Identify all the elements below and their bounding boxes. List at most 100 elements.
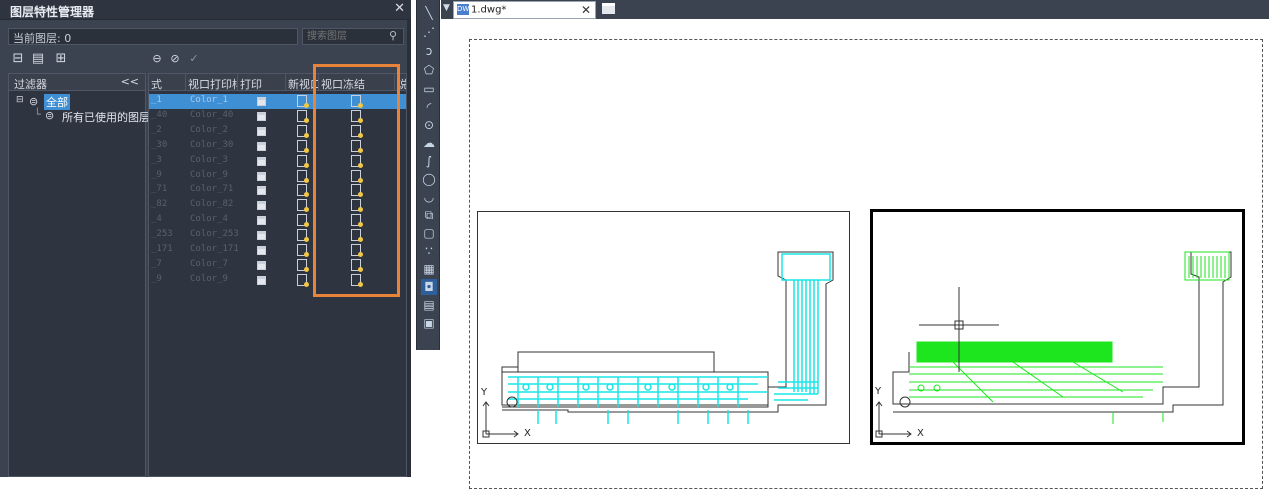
printer-icon[interactable] xyxy=(257,186,266,196)
ellipse-icon[interactable]: ◯ xyxy=(421,171,437,187)
hatch-icon[interactable]: ▦ xyxy=(421,261,437,277)
construction-line-icon[interactable]: ⋰ xyxy=(421,24,437,40)
viewport-freeze-icon[interactable] xyxy=(351,229,363,243)
line-icon[interactable]: ╲ xyxy=(421,5,437,21)
new-viewport-freeze-icon[interactable] xyxy=(297,109,309,123)
column-header[interactable]: 新视口 xyxy=(286,74,319,91)
table-row[interactable]: _9 Color_9 xyxy=(149,169,406,184)
polygon-icon[interactable]: ⬠ xyxy=(421,62,437,78)
document-tab[interactable]: DWG1.dwg* ✕ xyxy=(453,1,596,19)
printer-icon[interactable] xyxy=(257,97,266,106)
viewport-freeze-icon[interactable] xyxy=(351,199,363,213)
region-icon[interactable]: ◘ xyxy=(421,279,437,295)
new-viewport-freeze-icon[interactable] xyxy=(297,229,309,243)
viewport-right-active[interactable]: Y X xyxy=(870,209,1245,445)
new-viewport-freeze-icon[interactable] xyxy=(297,273,309,287)
viewport-freeze-icon[interactable] xyxy=(351,258,363,272)
layer-name-cell: _9 xyxy=(151,169,162,180)
table-row[interactable]: _82 Color_82 xyxy=(149,198,406,213)
viewport-freeze-icon[interactable] xyxy=(351,95,363,108)
tab-menu-icon[interactable]: ▼ xyxy=(443,3,450,13)
table-row[interactable]: _9 Color_9 xyxy=(149,273,406,288)
tree-expander-icon[interactable]: ⊟ xyxy=(16,95,24,105)
table-row[interactable]: _71 Color_71 xyxy=(149,183,406,198)
spline-icon[interactable]: ∫ xyxy=(421,153,437,169)
filter-used-layers[interactable]: 所有已使用的图层 xyxy=(62,109,150,125)
column-header[interactable]: 说 xyxy=(395,74,406,91)
printer-icon[interactable] xyxy=(257,111,266,121)
viewport-freeze-icon[interactable] xyxy=(351,154,363,168)
table-row[interactable]: _1 Color_1 xyxy=(149,94,406,109)
new-layer-icon[interactable]: ⊖ xyxy=(150,50,164,68)
viewport-freeze-icon[interactable] xyxy=(351,124,363,138)
new-viewport-freeze-icon[interactable] xyxy=(297,95,309,108)
new-viewport-freeze-icon[interactable] xyxy=(297,258,309,272)
mtext-icon[interactable]: ▣ xyxy=(421,315,437,331)
new-property-filter-icon[interactable]: ⊟ xyxy=(10,50,26,68)
column-header[interactable]: 式 xyxy=(149,74,186,91)
new-viewport-freeze-icon[interactable] xyxy=(297,124,309,138)
collapse-icon[interactable]: << xyxy=(121,75,139,88)
new-viewport-freeze-icon[interactable] xyxy=(297,139,309,153)
viewport-freeze-icon[interactable] xyxy=(351,184,363,198)
printer-icon[interactable] xyxy=(257,201,266,211)
new-tab-icon[interactable] xyxy=(602,3,615,14)
new-viewport-freeze-icon[interactable] xyxy=(297,169,309,183)
make-block-icon[interactable]: ▢ xyxy=(421,225,437,241)
table-row[interactable]: _253 Color_253 xyxy=(149,228,406,243)
ellipse-arc-icon[interactable]: ◡ xyxy=(421,189,437,205)
printer-icon[interactable] xyxy=(257,156,266,166)
column-header[interactable]: 视口打印样 xyxy=(186,74,238,91)
search-icon[interactable]: ⚲ xyxy=(389,29,397,42)
viewport-freeze-icon[interactable] xyxy=(351,273,363,287)
close-icon[interactable]: ✕ xyxy=(581,3,591,17)
point-icon[interactable]: ∵ xyxy=(421,243,437,259)
table-row[interactable]: _171 Color_171 xyxy=(149,243,406,258)
circle-icon[interactable]: ⊙ xyxy=(421,117,437,133)
printer-icon[interactable] xyxy=(257,246,266,255)
insert-block-icon[interactable]: ⧉ xyxy=(421,207,437,223)
viewport-freeze-icon[interactable] xyxy=(351,244,363,257)
viewport-left[interactable]: Y X xyxy=(477,211,850,444)
panel-scrollbar[interactable] xyxy=(407,20,411,477)
close-icon[interactable]: ✕ xyxy=(394,1,405,16)
viewport-freeze-icon[interactable] xyxy=(351,139,363,153)
printer-icon[interactable] xyxy=(257,275,266,285)
table-row[interactable]: _2 Color_2 xyxy=(149,124,406,139)
new-viewport-freeze-icon[interactable] xyxy=(297,214,309,228)
arc-icon[interactable]: ◜ xyxy=(421,99,437,115)
new-viewport-freeze-icon[interactable] xyxy=(297,244,309,257)
printer-icon[interactable] xyxy=(257,171,266,181)
table-row[interactable]: _40 Color_40 xyxy=(149,109,406,124)
column-header[interactable]: 视口冻结 xyxy=(319,74,395,91)
table-row[interactable]: _4 Color_4 xyxy=(149,213,406,228)
polyline-icon[interactable]: ↄ xyxy=(421,43,437,59)
printer-icon[interactable] xyxy=(257,216,266,226)
table-icon[interactable]: ▤ xyxy=(421,297,437,313)
printer-icon[interactable] xyxy=(257,231,266,241)
new-viewport-freeze-icon[interactable] xyxy=(297,154,309,168)
delete-layer-icon[interactable]: ⊘ xyxy=(168,50,182,68)
revision-cloud-icon[interactable]: ☁ xyxy=(421,135,437,151)
viewport-freeze-icon[interactable] xyxy=(351,109,363,123)
layer-states-manager-icon[interactable]: ⊞ xyxy=(53,50,69,68)
viewport-freeze-icon[interactable] xyxy=(351,169,363,183)
layer-name-cell: _40 xyxy=(151,109,168,120)
filter-all[interactable]: 全部 xyxy=(44,94,70,110)
ucs-y-label: Y xyxy=(875,386,882,397)
table-row[interactable]: _7 Color_7 xyxy=(149,258,406,273)
table-row[interactable]: _30 Color_30 xyxy=(149,139,406,154)
new-viewport-freeze-icon[interactable] xyxy=(297,184,309,198)
table-row[interactable]: _3 Color_3 xyxy=(149,154,406,169)
column-header[interactable]: 打印 xyxy=(238,74,286,91)
viewport-freeze-icon[interactable] xyxy=(351,214,363,228)
drawing-canvas[interactable]: Y X Y X xyxy=(441,19,1269,489)
new-viewport-freeze-icon[interactable] xyxy=(297,199,309,213)
new-group-filter-icon[interactable]: ▤ xyxy=(30,50,46,68)
set-current-icon[interactable]: ✓ xyxy=(187,50,201,68)
printer-icon[interactable] xyxy=(257,141,266,151)
layer-filter-icon: ⊜ xyxy=(45,109,55,122)
rectangle-icon[interactable]: ▭ xyxy=(421,81,437,97)
printer-icon[interactable] xyxy=(257,260,266,270)
printer-icon[interactable] xyxy=(257,126,266,136)
